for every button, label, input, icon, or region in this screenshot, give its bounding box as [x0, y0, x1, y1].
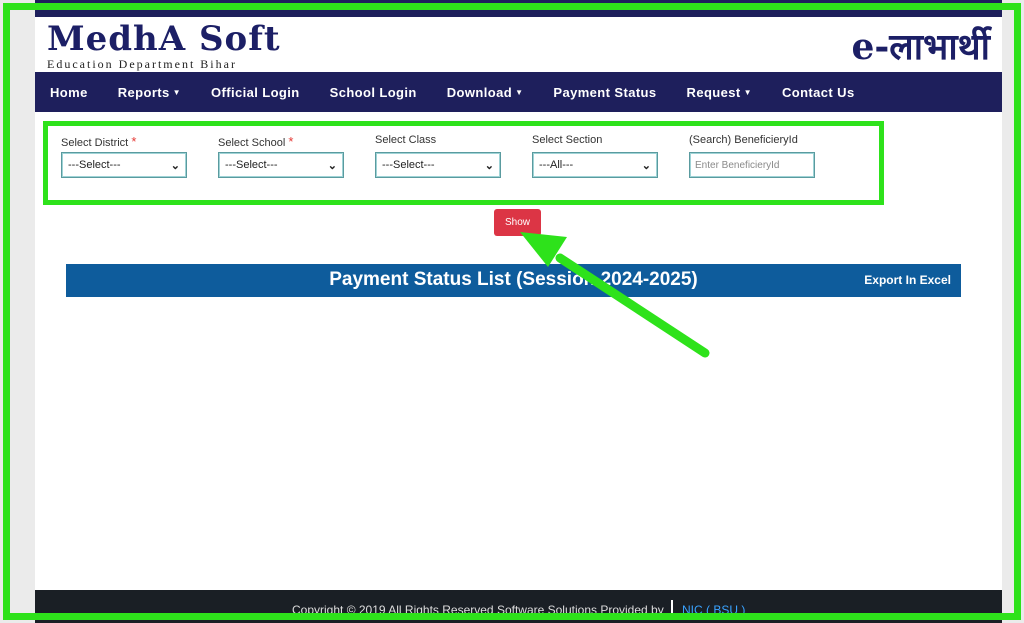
filter-panel: Select District * ---Select--- ⌄ Select S… [43, 121, 884, 205]
list-title: Payment Status List (Session 2024-2025) [329, 269, 698, 290]
chevron-down-icon: ⌄ [484, 159, 494, 172]
export-excel-link[interactable]: Export In Excel [864, 273, 951, 287]
nav-download[interactable]: Download ▼ [432, 85, 539, 100]
nav-home[interactable]: Home [35, 85, 103, 100]
section-label: Select Section [532, 134, 603, 146]
class-label: Select Class [375, 134, 437, 146]
nav-request[interactable]: Request ▼ [672, 85, 767, 100]
required-mark: * [288, 134, 294, 149]
medhasoft-logo[interactable]: MedhA Soft Education Department Bihar [47, 19, 281, 72]
section-select[interactable]: ---All--- ⌄ [532, 152, 658, 178]
chevron-down-icon: ⌄ [170, 159, 180, 172]
beneficiary-label: (Search) BeneficieryId [689, 134, 798, 146]
school-select[interactable]: ---Select--- ⌄ [218, 152, 344, 178]
nav-payment-status[interactable]: Payment Status [538, 85, 671, 100]
page: MedhA Soft Education Department Bihar e-… [35, 0, 1002, 623]
caret-down-icon: ▼ [743, 87, 752, 97]
site-footer: Copyright © 2019 All Rights Reserved Sof… [35, 590, 1002, 623]
logo-text: MedhA Soft [47, 19, 281, 59]
footer-divider [671, 600, 673, 614]
district-field: Select District * ---Select--- ⌄ [61, 134, 187, 178]
district-label: Select District [61, 137, 129, 149]
chevron-down-icon: ⌄ [327, 159, 337, 172]
site-header: MedhA Soft Education Department Bihar e-… [35, 17, 1002, 72]
nic-bsu-link[interactable]: NIC ( BSU ) [682, 603, 745, 617]
chevron-down-icon: ⌄ [641, 159, 651, 172]
main-nav: Home Reports ▼ Official Login School Logi… [35, 72, 1002, 112]
required-mark: * [131, 134, 137, 149]
district-select[interactable]: ---Select--- ⌄ [61, 152, 187, 178]
class-select[interactable]: ---Select--- ⌄ [375, 152, 501, 178]
logo-subtitle: Education Department Bihar [47, 57, 237, 71]
school-label: Select School [218, 137, 286, 149]
nav-contact-us[interactable]: Contact Us [767, 85, 870, 100]
nav-reports[interactable]: Reports ▼ [103, 85, 196, 100]
caret-down-icon: ▼ [172, 87, 181, 97]
nav-school-login[interactable]: School Login [315, 85, 432, 100]
caret-down-icon: ▼ [515, 87, 524, 97]
copyright-text: Copyright © 2019 All Rights Reserved Sof… [292, 603, 664, 617]
school-field: Select School * ---Select--- ⌄ [218, 134, 344, 178]
nav-official-login[interactable]: Official Login [196, 85, 315, 100]
show-button[interactable]: Show [494, 209, 541, 236]
section-field: Select Section ---All--- ⌄ [532, 134, 658, 178]
beneficiary-field: (Search) BeneficieryId [689, 134, 815, 178]
beneficiary-id-input[interactable] [689, 152, 815, 178]
top-strip [35, 0, 1002, 17]
class-field: Select Class ---Select--- ⌄ [375, 134, 501, 178]
e-labharthi-brand: e-लाभार्थी [851, 26, 990, 68]
payment-status-list-header: Payment Status List (Session 2024-2025) … [66, 264, 961, 297]
